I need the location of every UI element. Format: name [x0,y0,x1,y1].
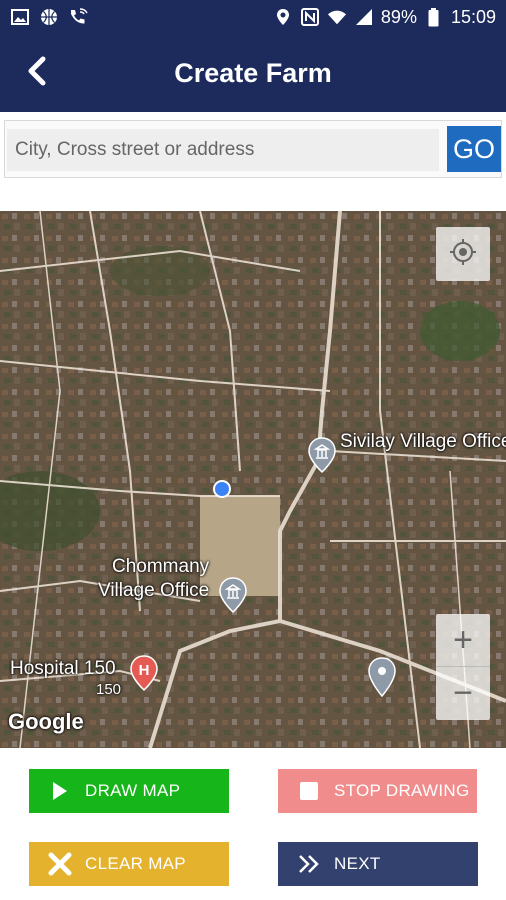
google-logo: Google [8,709,84,734]
next-button[interactable]: NEXT [278,842,478,886]
phone-wifi-icon [68,7,88,27]
stop-icon [296,778,322,804]
search-input[interactable] [7,129,439,171]
play-icon [47,778,73,804]
basketball-icon [39,7,59,27]
landmark-marker-icon[interactable] [219,577,247,618]
zoom-out-button[interactable]: − [436,667,490,720]
map-label-hospital: Hospital 150 [10,658,116,679]
image-icon [10,7,30,27]
app-bar: Create Farm [0,34,506,112]
my-location-button[interactable] [436,227,490,281]
map-label-chommany-2: Village Office [98,580,210,601]
double-chevron-right-icon [296,851,322,877]
draw-map-label: DRAW MAP [85,781,181,800]
next-label: NEXT [334,854,381,873]
draw-map-button[interactable]: DRAW MAP [29,769,229,813]
clear-map-button[interactable]: CLEAR MAP [29,842,229,886]
nfc-icon [300,7,320,27]
svg-text:H: H [139,662,150,679]
wifi-icon [327,7,347,27]
battery-icon [424,7,444,27]
place-marker-icon[interactable] [368,657,396,702]
signal-icon [354,7,374,27]
stop-drawing-button[interactable]: STOP DRAWING [278,769,477,813]
battery-percent: 89% [380,6,417,27]
map-label-sivilay: Sivilay Village Office [340,431,506,452]
page-title: Create Farm [174,58,332,88]
close-icon [47,851,73,877]
map-view[interactable]: Sivilay Village Office Chommany Village … [0,211,506,748]
landmark-marker-icon[interactable] [308,437,336,478]
location-icon [273,7,293,27]
map-label-chommany-1: Chommany [112,556,210,577]
clock: 15:09 [450,6,496,27]
clear-map-label: CLEAR MAP [85,854,186,873]
map-label-hospital-sub: 150 [96,681,122,698]
hospital-marker-icon[interactable]: H [130,655,158,696]
zoom-in-button[interactable]: + [436,614,490,667]
crosshair-icon [449,238,477,271]
stop-drawing-label: STOP DRAWING [334,781,470,800]
status-bar: 89% 15:09 [0,0,506,34]
go-button[interactable]: GO [447,126,501,172]
zoom-controls: + − [436,614,490,720]
